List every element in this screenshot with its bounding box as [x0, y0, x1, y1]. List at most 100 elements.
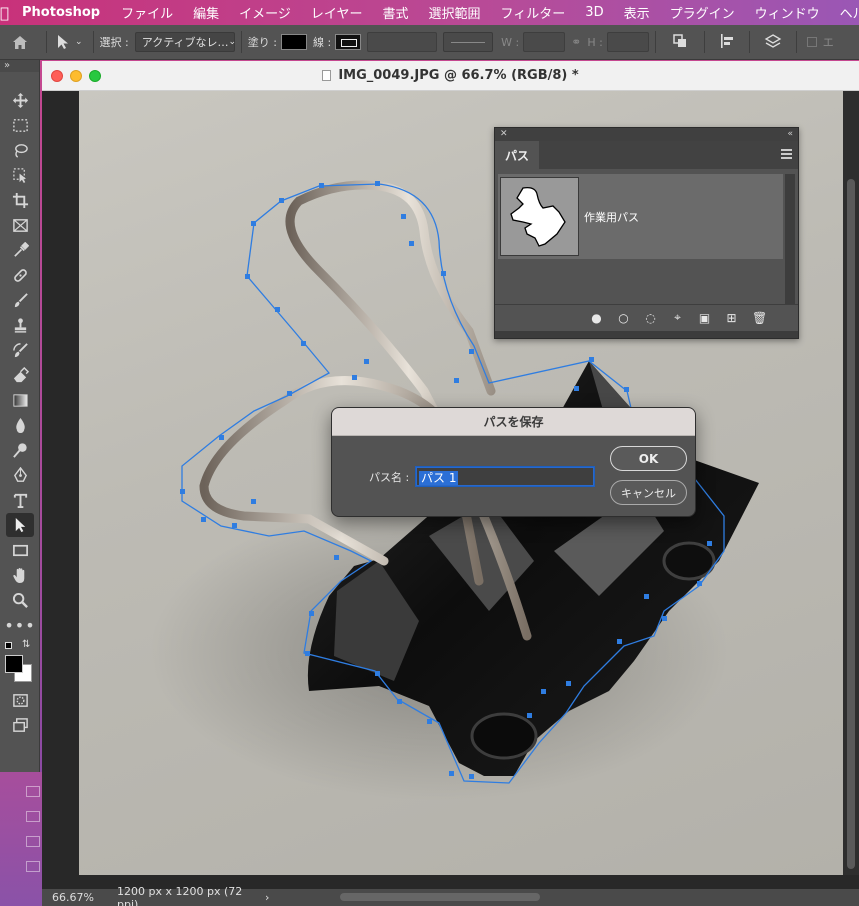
foreground-color-swatch[interactable]: [5, 655, 23, 673]
trash-icon[interactable]: 🗑: [752, 311, 767, 325]
menu-edit[interactable]: 編集: [183, 3, 229, 22]
apple-icon[interactable]: : [0, 4, 9, 22]
lasso-tool-icon[interactable]: [6, 138, 34, 162]
menu-plugins[interactable]: プラグイン: [660, 3, 745, 22]
path-operations-icon[interactable]: [672, 33, 688, 52]
stroke-path-icon[interactable]: ○: [617, 311, 630, 325]
cancel-button[interactable]: キャンセル: [610, 480, 687, 505]
screen-mode-icon[interactable]: [6, 713, 34, 737]
minimize-window-button[interactable]: [70, 70, 82, 82]
more-tools-icon[interactable]: •••: [4, 613, 34, 637]
hand-tool-icon[interactable]: [6, 563, 34, 587]
zoom-tool-icon[interactable]: [6, 588, 34, 612]
stroke-type-dropdown[interactable]: [443, 32, 494, 52]
path-name-input-value: パス 1: [419, 471, 459, 485]
zoom-level[interactable]: 66.67%: [42, 891, 107, 904]
width-field[interactable]: [523, 32, 566, 52]
close-window-button[interactable]: [51, 70, 63, 82]
eraser-tool-icon[interactable]: [6, 363, 34, 387]
eyedropper-tool-icon[interactable]: [6, 238, 34, 262]
menu-help[interactable]: ヘル: [830, 3, 859, 22]
type-tool-icon[interactable]: [6, 488, 34, 512]
menu-3d[interactable]: 3D: [575, 5, 613, 20]
menu-type[interactable]: 書式: [373, 3, 419, 22]
path-arrangement-icon[interactable]: [764, 33, 782, 52]
desktop-background: [0, 772, 42, 906]
align-edges-label: エ: [822, 36, 834, 49]
select-dropdown[interactable]: アクティブなレ… ⌄: [134, 32, 236, 52]
vertical-scroll-thumb[interactable]: [847, 179, 855, 869]
path-name-input[interactable]: パス 1: [416, 467, 594, 486]
save-path-dialog: パスを保存 パス名 : パス 1 OK キャンセル: [331, 407, 696, 517]
close-panel-icon[interactable]: ✕: [500, 128, 508, 141]
panel-scrollbar[interactable]: [785, 174, 795, 304]
fill-path-icon[interactable]: ●: [590, 311, 603, 325]
add-mask-icon[interactable]: ▣: [698, 311, 711, 325]
paths-panel: ✕ « パス 作業用パス ● ○ ◌ ⌖ ▣ ⊞ 🗑: [494, 127, 799, 339]
menu-filter[interactable]: フィルター: [491, 3, 576, 22]
default-colors-icon[interactable]: [5, 642, 12, 649]
dodge-tool-icon[interactable]: [6, 438, 34, 462]
zoom-window-button[interactable]: [89, 70, 101, 82]
panel-menu-icon[interactable]: [781, 149, 792, 159]
menu-select[interactable]: 選択範囲: [419, 3, 491, 22]
home-icon[interactable]: [0, 35, 40, 50]
object-selection-tool-icon[interactable]: [6, 163, 34, 187]
divider: [92, 31, 94, 53]
menu-image[interactable]: イメージ: [229, 3, 301, 22]
path-selection-tool-icon[interactable]: ⌄: [57, 34, 83, 50]
panel-tabs: パス: [495, 141, 798, 169]
vertical-scrollbar[interactable]: [843, 91, 859, 875]
path-alignment-icon[interactable]: [719, 33, 735, 52]
panel-resize-grip[interactable]: [495, 331, 798, 338]
collapse-panel-icon[interactable]: «: [787, 128, 793, 141]
color-swatches[interactable]: ⇅: [0, 638, 40, 682]
brush-tool-icon[interactable]: [6, 288, 34, 312]
horizontal-scroll-thumb[interactable]: [340, 893, 540, 901]
tab-paths[interactable]: パス: [495, 141, 540, 169]
link-icon[interactable]: ⚭: [571, 35, 581, 49]
create-new-path-icon[interactable]: ⊞: [725, 311, 738, 325]
menu-layer[interactable]: レイヤー: [301, 3, 373, 22]
height-field[interactable]: [606, 32, 649, 52]
stroke-swatch[interactable]: [335, 34, 362, 50]
document-title: IMG_0049.JPG @ 66.7% (RGB/8) *: [338, 68, 579, 83]
monitor-icon: [26, 811, 40, 822]
status-bar: 66.67% 1200 px x 1200 px (72 ppi) ›: [42, 885, 859, 906]
history-brush-tool-icon[interactable]: [6, 338, 34, 362]
clone-stamp-tool-icon[interactable]: [6, 313, 34, 337]
direct-selection-tool-icon[interactable]: [6, 513, 34, 537]
load-path-as-selection-icon[interactable]: ◌: [644, 311, 657, 325]
swap-colors-icon[interactable]: ⇅: [22, 639, 30, 650]
crop-tool-icon[interactable]: [6, 188, 34, 212]
marquee-tool-icon[interactable]: [6, 113, 34, 137]
status-menu-chevron-icon[interactable]: ›: [265, 891, 269, 904]
menu-app-name[interactable]: Photoshop: [9, 5, 111, 20]
blur-tool-icon[interactable]: [6, 413, 34, 437]
menu-view[interactable]: 表示: [614, 3, 660, 22]
ok-button[interactable]: OK: [610, 446, 687, 471]
align-edges-checkbox[interactable]: [806, 37, 817, 47]
document-info: 1200 px x 1200 px (72 ppi): [117, 884, 243, 906]
fill-swatch[interactable]: [280, 34, 307, 50]
monitor-icon: [26, 861, 40, 872]
healing-brush-tool-icon[interactable]: [6, 263, 34, 287]
menu-file[interactable]: ファイル: [111, 3, 183, 22]
pen-tool-icon[interactable]: [6, 463, 34, 487]
quick-mask-icon[interactable]: [6, 688, 34, 712]
rectangle-tool-icon[interactable]: [6, 538, 34, 562]
stroke-width-field[interactable]: [367, 32, 438, 52]
select-dropdown-value: アクティブなレ…: [141, 36, 229, 49]
make-work-path-icon[interactable]: ⌖: [671, 310, 684, 325]
gradient-tool-icon[interactable]: [6, 388, 34, 412]
menu-window[interactable]: ウィンドウ: [745, 3, 830, 22]
divider: [240, 31, 242, 53]
menu-bar:  Photoshop ファイル 編集 イメージ レイヤー 書式 選択範囲 フィ…: [0, 0, 859, 25]
chevron-down-icon[interactable]: ⌄: [75, 37, 83, 47]
move-tool-icon[interactable]: [6, 88, 34, 112]
frame-tool-icon[interactable]: [6, 213, 34, 237]
collapse-toolbar-icon[interactable]: »: [0, 60, 39, 72]
fill-label: 塗り :: [247, 36, 277, 49]
path-name-label: 作業用パス: [584, 210, 639, 224]
path-row-work-path[interactable]: 作業用パス: [498, 174, 783, 259]
